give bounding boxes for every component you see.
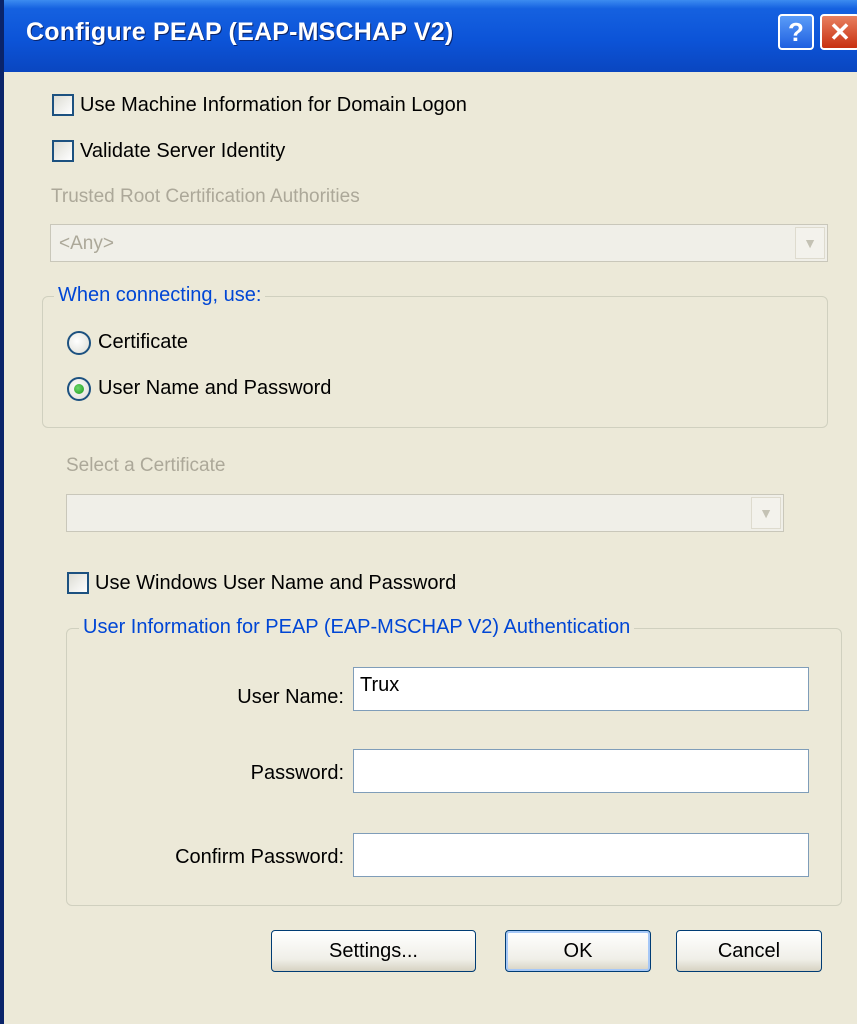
- chevron-down-icon[interactable]: ▼: [751, 497, 781, 529]
- when-connecting-legend: When connecting, use:: [54, 284, 266, 307]
- windows-credentials-label[interactable]: Use Windows User Name and Password: [95, 572, 456, 595]
- username-password-radio-label[interactable]: User Name and Password: [98, 377, 331, 400]
- when-connecting-group: [42, 296, 828, 428]
- trusted-root-label: Trusted Root Certification Authorities: [51, 186, 360, 207]
- radio-selected-dot: [74, 384, 84, 394]
- help-button[interactable]: ?: [778, 14, 814, 50]
- configure-peap-dialog: Configure PEAP (EAP-MSCHAP V2) ? ✕ Use M…: [0, 0, 857, 1024]
- user-info-legend: User Information for PEAP (EAP-MSCHAP V2…: [79, 616, 635, 639]
- validate-server-checkbox[interactable]: [52, 140, 74, 162]
- password-label: Password:: [250, 762, 344, 784]
- cancel-button[interactable]: Cancel: [676, 930, 822, 972]
- certificate-radio[interactable]: [67, 331, 91, 355]
- certificate-radio-label[interactable]: Certificate: [98, 331, 188, 354]
- trusted-root-combobox[interactable]: <Any> ▼: [50, 224, 828, 262]
- ok-button[interactable]: OK: [505, 930, 651, 972]
- select-certificate-combobox[interactable]: ▼: [66, 494, 784, 532]
- windows-credentials-checkbox[interactable]: [67, 572, 89, 594]
- confirm-password-label: Confirm Password:: [175, 846, 344, 868]
- confirm-password-input[interactable]: [353, 833, 809, 877]
- username-input[interactable]: Trux: [353, 667, 809, 711]
- chevron-down-icon[interactable]: ▼: [795, 227, 825, 259]
- select-certificate-label: Select a Certificate: [66, 455, 226, 476]
- validate-server-label[interactable]: Validate Server Identity: [80, 140, 285, 163]
- title-bar[interactable]: Configure PEAP (EAP-MSCHAP V2) ? ✕: [4, 0, 857, 72]
- password-input[interactable]: [353, 749, 809, 793]
- trusted-root-selected-value: <Any>: [59, 233, 114, 254]
- machine-info-checkbox[interactable]: [52, 94, 74, 116]
- settings-button[interactable]: Settings...: [271, 930, 476, 972]
- username-password-radio[interactable]: [67, 377, 91, 401]
- dialog-title: Configure PEAP (EAP-MSCHAP V2): [26, 18, 454, 46]
- close-button[interactable]: ✕: [820, 14, 857, 50]
- machine-info-label[interactable]: Use Machine Information for Domain Logon: [80, 94, 467, 117]
- username-label: User Name:: [237, 686, 344, 708]
